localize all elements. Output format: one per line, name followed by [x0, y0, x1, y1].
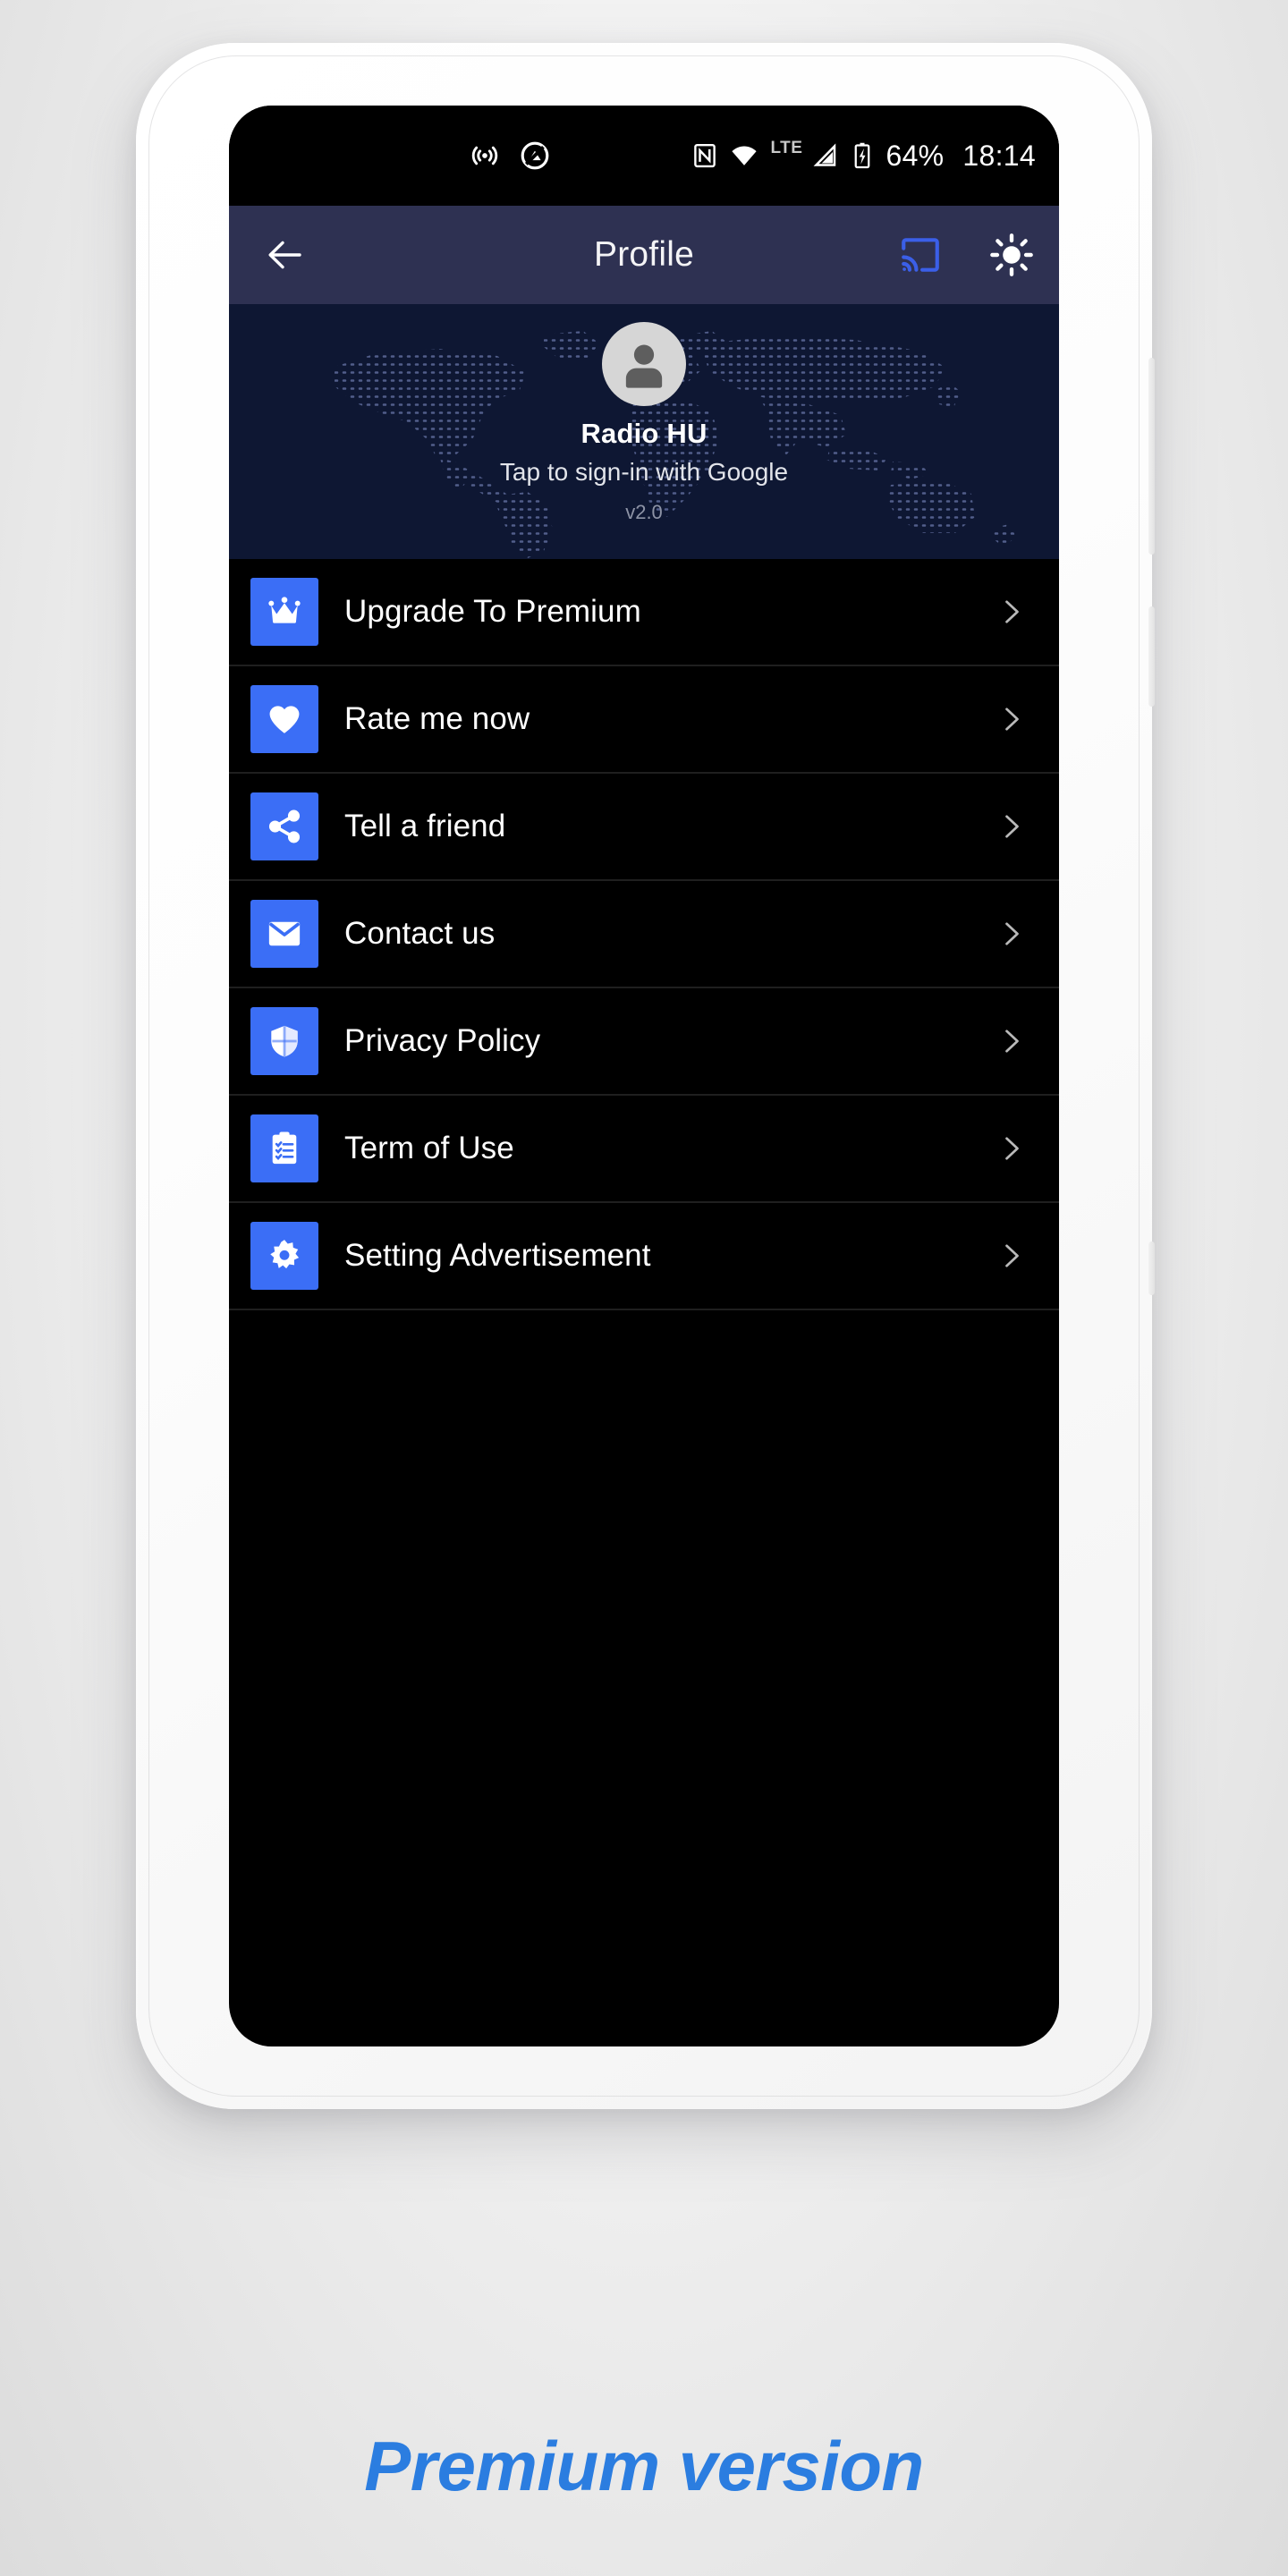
menu-item-privacy-policy[interactable]: Privacy Policy: [229, 988, 1059, 1096]
assistant-button[interactable]: [1148, 1241, 1155, 1295]
status-bar: LTE 64% 18:14: [229, 106, 1059, 206]
status-bar-left-icons: [469, 140, 551, 172]
profile-menu-list: Upgrade To Premium Rate me now Tell a fr…: [229, 559, 1059, 1310]
menu-item-label: Rate me now: [344, 701, 530, 736]
chevron-right-icon: [995, 703, 1027, 735]
cast-button[interactable]: [893, 227, 948, 283]
brightness-button[interactable]: [984, 227, 1039, 283]
chevron-right-icon: [995, 1025, 1027, 1057]
menu-item-label: Tell a friend: [344, 809, 506, 843]
menu-icon-tile: [250, 1222, 318, 1290]
menu-item-setting-advertisement[interactable]: Setting Advertisement: [229, 1203, 1059, 1310]
share-icon: [268, 809, 301, 843]
phone-screen: LTE 64% 18:14 Profile Radio HU Tap to si…: [229, 106, 1059, 2046]
volume-button[interactable]: [1148, 358, 1155, 555]
menu-item-label: Privacy Policy: [344, 1023, 541, 1058]
nfc-icon: [694, 143, 716, 168]
network-type-label: LTE: [770, 139, 803, 157]
heart-icon: [269, 706, 300, 733]
crown-icon: [268, 597, 301, 623]
menu-item-tell-a-friend[interactable]: Tell a friend: [229, 774, 1059, 881]
broadcast-icon: [471, 146, 498, 165]
chevron-right-icon: [995, 1132, 1027, 1165]
menu-item-label: Upgrade To Premium: [344, 594, 641, 629]
app-bar-actions: [893, 227, 1039, 283]
menu-icon-tile: [250, 900, 318, 968]
menu-item-label: Term of Use: [344, 1131, 514, 1165]
profile-content: Radio HU Tap to sign-in with Google v2.0: [229, 304, 1059, 559]
battery-percent-label: 64%: [886, 139, 945, 172]
arrow-left-icon: [268, 241, 301, 269]
cast-icon: [902, 238, 939, 272]
chevron-right-icon: [995, 810, 1027, 843]
menu-item-contact-us[interactable]: Contact us: [229, 881, 1059, 988]
menu-icon-tile: [250, 792, 318, 860]
clipboard-icon: [272, 1131, 297, 1165]
avatar[interactable]: [602, 322, 686, 406]
menu-item-label: Setting Advertisement: [344, 1238, 651, 1273]
profile-header-card[interactable]: Radio HU Tap to sign-in with Google v2.0: [229, 304, 1059, 559]
no-silent-icon: [521, 141, 549, 170]
back-button[interactable]: [254, 224, 317, 286]
menu-item-rate-me-now[interactable]: Rate me now: [229, 666, 1059, 774]
menu-item-upgrade-to-premium[interactable]: Upgrade To Premium: [229, 559, 1059, 666]
person-avatar-icon: [625, 344, 663, 388]
menu-item-term-of-use[interactable]: Term of Use: [229, 1096, 1059, 1203]
menu-icon-tile: [250, 685, 318, 753]
app-bar: Profile: [229, 206, 1059, 304]
menu-item-label: Contact us: [344, 916, 496, 951]
wifi-icon: [732, 146, 758, 165]
promo-caption: Premium version: [364, 2427, 924, 2505]
app-version-label: v2.0: [625, 501, 663, 523]
battery-charging-icon: [855, 142, 870, 169]
power-button[interactable]: [1148, 606, 1155, 707]
status-bar-right-icons: LTE 64% 18:14: [691, 139, 1036, 173]
signal-icon: [814, 143, 836, 166]
phone-device-frame: LTE 64% 18:14 Profile Radio HU Tap to si…: [136, 43, 1155, 2109]
chevron-right-icon: [995, 1240, 1027, 1272]
menu-icon-tile: [250, 1007, 318, 1075]
envelope-icon: [268, 921, 301, 946]
shield-icon: [271, 1025, 298, 1057]
menu-icon-tile: [250, 578, 318, 646]
sun-icon: [990, 233, 1033, 276]
status-bar-clock: 18:14: [962, 139, 1036, 172]
profile-name: Radio HU: [580, 418, 708, 449]
signin-prompt[interactable]: Tap to sign-in with Google: [500, 458, 788, 487]
menu-icon-tile: [250, 1114, 318, 1182]
gear-icon: [270, 1240, 300, 1269]
chevron-right-icon: [995, 918, 1027, 950]
chevron-right-icon: [995, 596, 1027, 628]
